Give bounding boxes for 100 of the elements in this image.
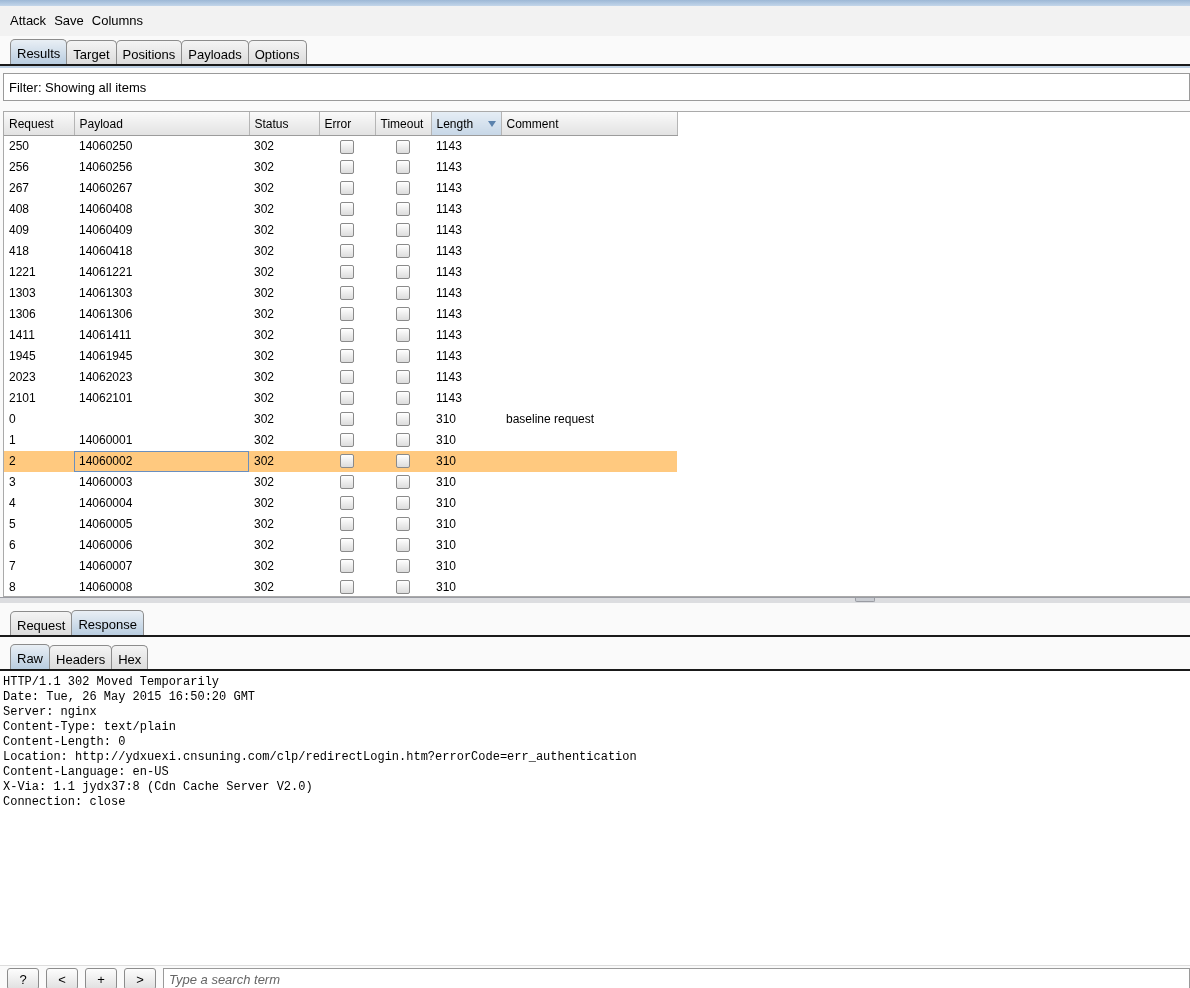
tab[interactable]: Results	[10, 39, 68, 64]
sort-descending-icon	[487, 120, 496, 127]
search-nav-button[interactable]: <	[46, 968, 78, 988]
table-cell-text: 4	[8, 494, 17, 512]
checkbox[interactable]	[340, 202, 354, 217]
checkbox[interactable]	[340, 286, 354, 301]
table-cell-text: 302	[253, 410, 276, 428]
table-cell-text: 302	[253, 221, 276, 239]
checkbox[interactable]	[396, 559, 410, 574]
checkbox[interactable]	[340, 181, 354, 196]
table-cell-text: 0	[8, 410, 17, 428]
menu-item[interactable]: Attack	[6, 13, 51, 28]
checkbox[interactable]	[340, 517, 354, 532]
search-field[interactable]: Type a search term	[163, 968, 1190, 988]
checkbox[interactable]	[340, 433, 354, 448]
table-cell-text: 302	[253, 200, 276, 218]
tab[interactable]: Headers	[49, 645, 113, 669]
checkbox[interactable]	[396, 433, 410, 448]
checkbox[interactable]	[396, 370, 410, 385]
table-cell-text: 302	[253, 158, 276, 176]
table-cell-text: 14060267	[78, 179, 134, 197]
tab[interactable]: Request	[10, 611, 73, 635]
table-cell-text: 14060008	[78, 578, 134, 596]
checkbox[interactable]	[396, 580, 410, 595]
checkbox[interactable]	[396, 349, 410, 364]
menu-item[interactable]: Save	[50, 13, 88, 28]
checkbox[interactable]	[396, 412, 410, 427]
table-cell: 310	[431, 450, 501, 472]
table-cell-text: 310	[435, 515, 458, 533]
checkbox[interactable]	[396, 517, 410, 532]
table-cell-text: 14061411	[78, 326, 133, 344]
menu-item[interactable]: Columns	[87, 13, 148, 28]
tab[interactable]: Options	[247, 40, 307, 64]
column-header[interactable]: Timeout	[375, 112, 431, 136]
table-cell-text: 302	[253, 536, 276, 554]
checkbox[interactable]	[396, 181, 410, 196]
checkbox[interactable]	[396, 328, 410, 343]
table-cell-text: 14061306	[78, 305, 134, 323]
checkbox[interactable]	[340, 412, 354, 427]
checkbox[interactable]	[396, 265, 410, 280]
column-header[interactable]: Request	[4, 112, 74, 136]
checkbox[interactable]	[396, 496, 410, 511]
table-cell-text: 310	[435, 557, 458, 575]
table-cell: 14060002	[74, 450, 249, 472]
search-nav-button[interactable]: >	[124, 968, 156, 988]
table-cell-text: 1143	[435, 221, 463, 239]
checkbox[interactable]	[340, 391, 354, 406]
table-cell-text: 302	[253, 242, 276, 260]
checkbox[interactable]	[340, 454, 354, 469]
checkbox[interactable]	[340, 307, 354, 322]
table-cell-text: 2023	[8, 368, 37, 386]
checkbox[interactable]	[396, 307, 410, 322]
table-cell-text: 14062023	[78, 368, 134, 386]
checkbox[interactable]	[340, 328, 354, 343]
checkbox[interactable]	[396, 160, 410, 175]
column-header[interactable]: Comment	[501, 112, 677, 136]
checkbox[interactable]	[396, 391, 410, 406]
filter-bar[interactable]: Filter: Showing all items	[3, 73, 1190, 101]
table-cell-text: 5	[8, 515, 17, 533]
checkbox[interactable]	[340, 160, 354, 175]
table-cell-text: 302	[253, 179, 276, 197]
checkbox[interactable]	[396, 202, 410, 217]
checkbox[interactable]	[340, 559, 354, 574]
column-header[interactable]: Payload	[74, 112, 249, 136]
column-header[interactable]: Status	[249, 112, 319, 136]
checkbox[interactable]	[340, 265, 354, 280]
checkbox[interactable]	[396, 538, 410, 553]
checkbox[interactable]	[396, 475, 410, 490]
checkbox[interactable]	[340, 244, 354, 259]
search-nav-button[interactable]: +	[85, 968, 117, 988]
checkbox[interactable]	[340, 223, 354, 238]
checkbox[interactable]	[396, 454, 410, 469]
table-cell-text: 14060006	[78, 536, 134, 554]
tab[interactable]: Payloads	[181, 40, 249, 64]
table-cell-text: 14060418	[78, 242, 134, 260]
checkbox[interactable]	[340, 475, 354, 490]
table-cell-text: 302	[253, 557, 276, 575]
table-cell-text: 302	[253, 431, 276, 449]
checkbox[interactable]	[340, 538, 354, 553]
tab[interactable]: Response	[71, 610, 144, 635]
checkbox[interactable]	[340, 370, 354, 385]
table-cell-text: 14061945	[78, 347, 134, 365]
search-nav-button[interactable]: ?	[7, 968, 39, 988]
table-cell-text: 14060005	[78, 515, 134, 533]
checkbox[interactable]	[396, 223, 410, 238]
checkbox[interactable]	[340, 496, 354, 511]
checkbox[interactable]	[396, 286, 410, 301]
tab[interactable]: Positions	[115, 40, 183, 64]
column-header[interactable]: Error	[319, 112, 375, 136]
checkbox[interactable]	[396, 244, 410, 259]
checkbox[interactable]	[340, 139, 354, 154]
tab[interactable]: Target	[66, 40, 117, 64]
tab[interactable]: Raw	[10, 644, 50, 669]
tab[interactable]: Hex	[111, 645, 149, 669]
table-cell-text: 1221	[8, 263, 37, 281]
checkbox[interactable]	[340, 580, 354, 595]
checkbox[interactable]	[340, 349, 354, 364]
checkbox[interactable]	[396, 139, 410, 154]
splitter-handle[interactable]	[855, 598, 875, 602]
response-line: Location: http://ydxuexi.cnsuning.com/clp/redirectLogin.htm?errorCode=err_authentication	[3, 750, 638, 765]
